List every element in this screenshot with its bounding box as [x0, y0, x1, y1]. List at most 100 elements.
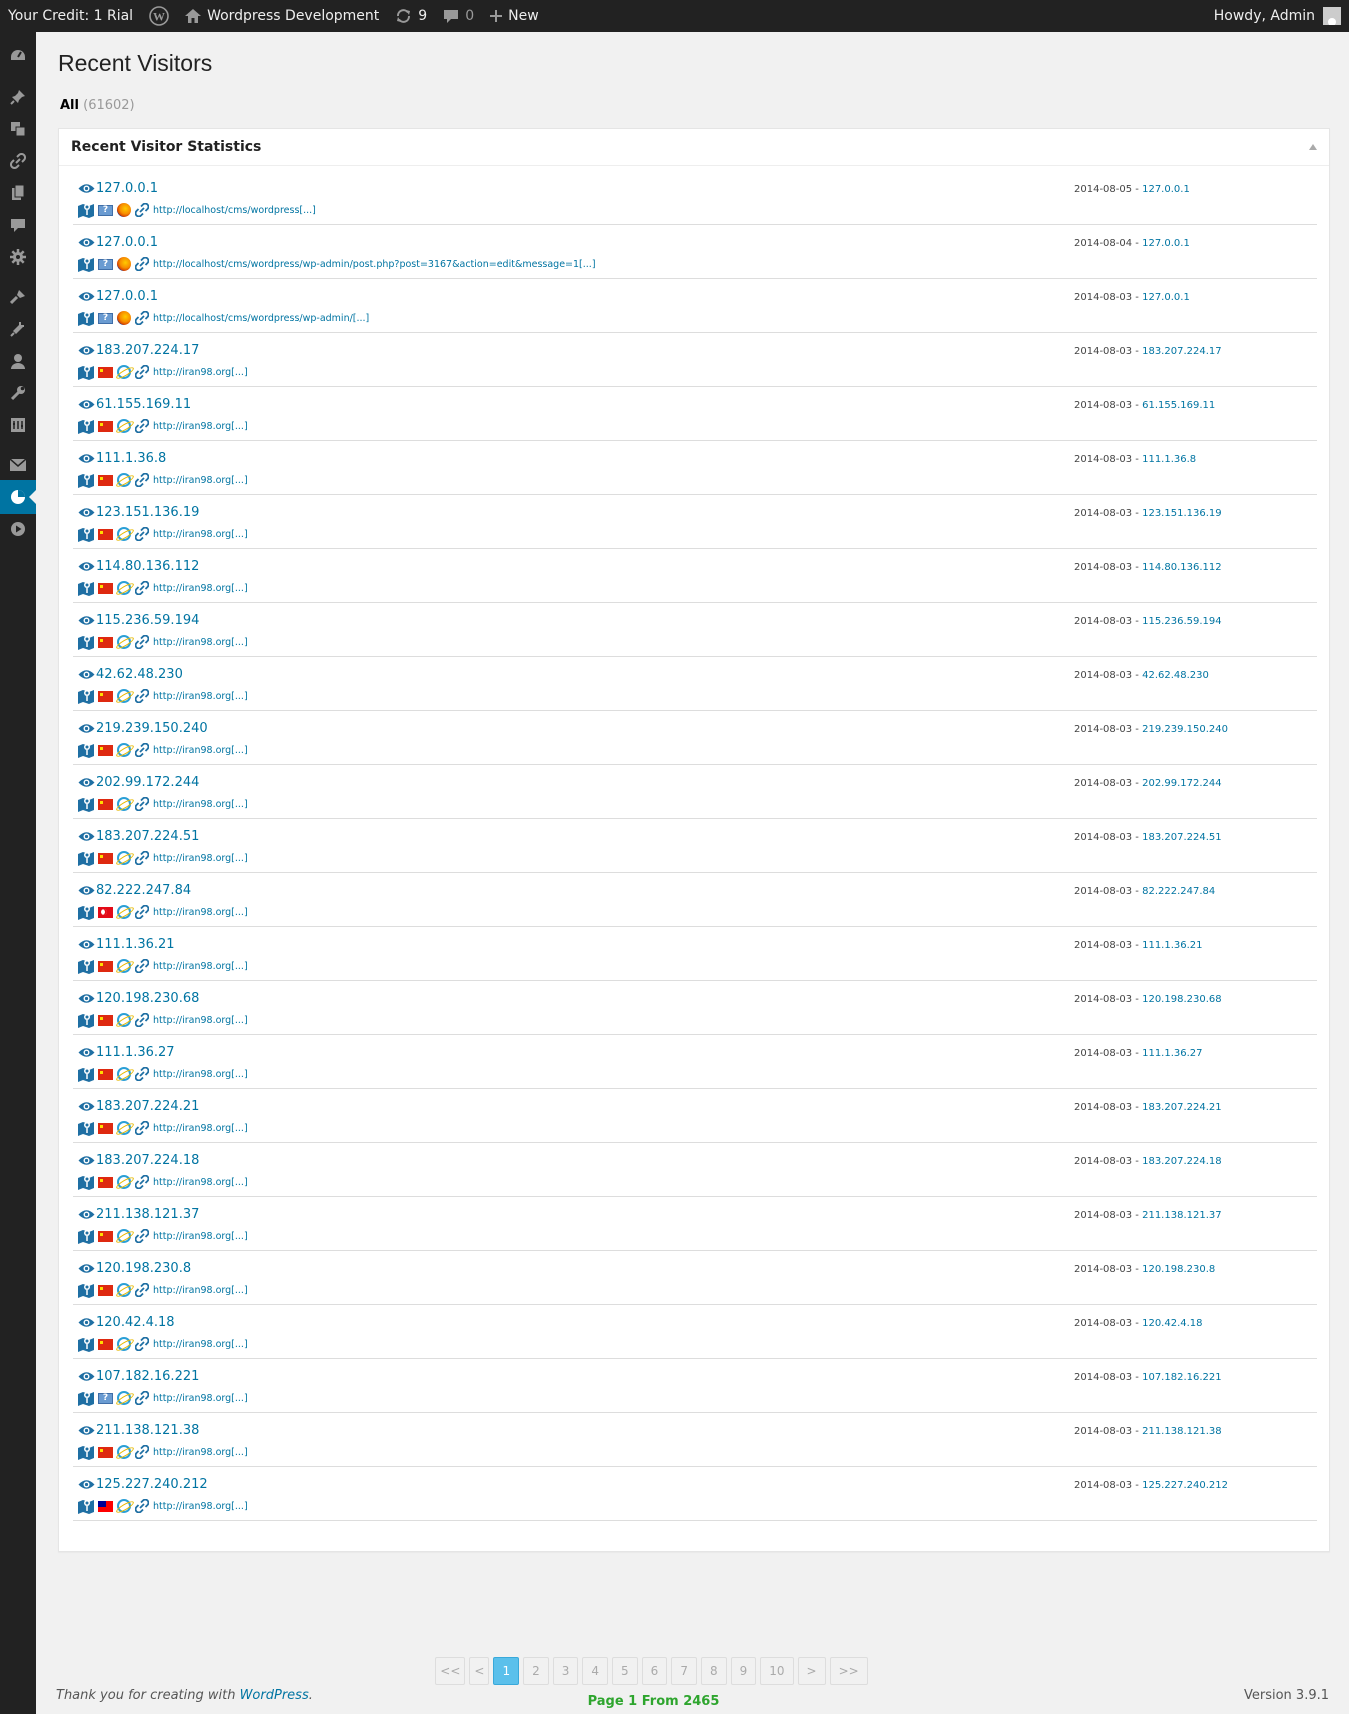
- visitor-ip-link[interactable]: 211.138.121.37: [78, 1207, 199, 1222]
- updates-link[interactable]: 9: [387, 0, 435, 32]
- play-icon[interactable]: [0, 512, 36, 546]
- visitor-ip-link[interactable]: 42.62.48.230: [78, 667, 183, 682]
- referrer-link[interactable]: http://iran98.org[...]: [153, 1069, 248, 1080]
- visitor-ip-secondary-link[interactable]: 127.0.0.1: [1142, 292, 1190, 303]
- visitor-ip-secondary-link[interactable]: 211.138.121.38: [1142, 1426, 1222, 1437]
- visitor-ip-link[interactable]: 219.239.150.240: [78, 721, 208, 736]
- referrer-link[interactable]: http://iran98.org[...]: [153, 1447, 248, 1458]
- referrer-link[interactable]: http://iran98.org[...]: [153, 421, 248, 432]
- referrer-link[interactable]: http://iran98.org[...]: [153, 1123, 248, 1134]
- plugins-icon[interactable]: [0, 312, 36, 346]
- map-icon[interactable]: [78, 580, 94, 596]
- statistics-icon[interactable]: [0, 480, 36, 514]
- referrer-link[interactable]: http://iran98.org[...]: [153, 637, 248, 648]
- visitor-ip-secondary-link[interactable]: 111.1.36.21: [1142, 940, 1202, 951]
- visitor-ip-secondary-link[interactable]: 61.155.169.11: [1142, 400, 1215, 411]
- visitor-ip-link[interactable]: 183.207.224.51: [78, 829, 199, 844]
- visitor-ip-secondary-link[interactable]: 120.42.4.18: [1142, 1318, 1202, 1329]
- site-name-link[interactable]: Wordpress Development: [177, 0, 387, 32]
- referrer-link[interactable]: http://localhost/cms/wordpress[...]: [153, 205, 316, 216]
- map-icon[interactable]: [78, 256, 94, 272]
- wordpress-link[interactable]: WordPress: [240, 1688, 309, 1703]
- visitor-ip-secondary-link[interactable]: 120.198.230.8: [1142, 1264, 1215, 1275]
- tools-icon[interactable]: [0, 376, 36, 410]
- visitor-ip-link[interactable]: 127.0.0.1: [78, 181, 158, 196]
- visitor-ip-secondary-link[interactable]: 127.0.0.1: [1142, 238, 1190, 249]
- visitor-ip-link[interactable]: 114.80.136.112: [78, 559, 199, 574]
- collapse-toggle-icon[interactable]: [1309, 144, 1317, 150]
- map-icon[interactable]: [78, 526, 94, 542]
- referrer-link[interactable]: http://iran98.org[...]: [153, 1231, 248, 1242]
- visitor-ip-link[interactable]: 127.0.0.1: [78, 289, 158, 304]
- map-icon[interactable]: [78, 472, 94, 488]
- referrer-link[interactable]: http://iran98.org[...]: [153, 799, 248, 810]
- page-button-2[interactable]: 2: [523, 1657, 549, 1685]
- users-icon[interactable]: [0, 344, 36, 378]
- visitor-ip-secondary-link[interactable]: 183.207.224.18: [1142, 1156, 1222, 1167]
- visitor-ip-link[interactable]: 115.236.59.194: [78, 613, 199, 628]
- map-icon[interactable]: [78, 742, 94, 758]
- visitor-ip-link[interactable]: 202.99.172.244: [78, 775, 199, 790]
- visitor-ip-secondary-link[interactable]: 82.222.247.84: [1142, 886, 1215, 897]
- map-icon[interactable]: [78, 850, 94, 866]
- media-icon[interactable]: [0, 112, 36, 146]
- visitor-ip-link[interactable]: 183.207.224.21: [78, 1099, 199, 1114]
- visitor-ip-secondary-link[interactable]: 111.1.36.8: [1142, 454, 1196, 465]
- visitor-ip-link[interactable]: 120.42.4.18: [78, 1315, 175, 1330]
- visitor-ip-secondary-link[interactable]: 123.151.136.19: [1142, 508, 1222, 519]
- visitor-ip-secondary-link[interactable]: 120.198.230.68: [1142, 994, 1222, 1005]
- page-button-9[interactable]: 9: [730, 1657, 757, 1685]
- map-icon[interactable]: [78, 796, 94, 812]
- visitor-ip-link[interactable]: 61.155.169.11: [78, 397, 191, 412]
- map-icon[interactable]: [78, 202, 94, 218]
- page-button-6[interactable]: 6: [641, 1657, 668, 1685]
- map-icon[interactable]: [78, 1120, 94, 1136]
- visitor-ip-link[interactable]: 127.0.0.1: [78, 235, 158, 250]
- referrer-link[interactable]: http://iran98.org[...]: [153, 529, 248, 540]
- visitor-ip-link[interactable]: 120.198.230.8: [78, 1261, 191, 1276]
- visitor-ip-link[interactable]: 82.222.247.84: [78, 883, 191, 898]
- referrer-link[interactable]: http://iran98.org[...]: [153, 1015, 248, 1026]
- visitor-ip-link[interactable]: 111.1.36.27: [78, 1045, 175, 1060]
- page-button-3[interactable]: 3: [552, 1657, 579, 1685]
- gear-icon[interactable]: [0, 240, 36, 274]
- visitor-ip-secondary-link[interactable]: 183.207.224.17: [1142, 346, 1222, 357]
- visitor-ip-link[interactable]: 111.1.36.21: [78, 937, 175, 952]
- map-icon[interactable]: [78, 1444, 94, 1460]
- referrer-link[interactable]: http://iran98.org[...]: [153, 745, 248, 756]
- visitor-ip-secondary-link[interactable]: 111.1.36.27: [1142, 1048, 1202, 1059]
- referrer-link[interactable]: http://iran98.org[...]: [153, 691, 248, 702]
- map-icon[interactable]: [78, 1336, 94, 1352]
- map-icon[interactable]: [78, 1498, 94, 1514]
- referrer-link[interactable]: http://iran98.org[...]: [153, 1393, 248, 1404]
- map-icon[interactable]: [78, 1282, 94, 1298]
- page-button-10[interactable]: 10: [760, 1657, 794, 1685]
- map-icon[interactable]: [78, 688, 94, 704]
- referrer-link[interactable]: http://iran98.org[...]: [153, 367, 248, 378]
- visitor-ip-secondary-link[interactable]: 219.239.150.240: [1142, 724, 1228, 735]
- referrer-link[interactable]: http://iran98.org[...]: [153, 1285, 248, 1296]
- appearance-icon[interactable]: [0, 280, 36, 314]
- visitor-ip-link[interactable]: 211.138.121.38: [78, 1423, 199, 1438]
- visitor-ip-link[interactable]: 183.207.224.17: [78, 343, 199, 358]
- visitor-ip-secondary-link[interactable]: 183.207.224.21: [1142, 1102, 1222, 1113]
- page-button-7[interactable]: 7: [671, 1657, 697, 1685]
- dashboard-icon[interactable]: [0, 38, 36, 72]
- referrer-link[interactable]: http://iran98.org[...]: [153, 475, 248, 486]
- referrer-link[interactable]: http://iran98.org[...]: [153, 853, 248, 864]
- referrer-link[interactable]: http://localhost/cms/wordpress/wp-admin/…: [153, 313, 369, 324]
- last-page-button[interactable]: >>: [829, 1657, 868, 1685]
- map-icon[interactable]: [78, 1066, 94, 1082]
- prev-page-button[interactable]: <: [469, 1657, 490, 1685]
- visitor-ip-secondary-link[interactable]: 202.99.172.244: [1142, 778, 1222, 789]
- settings-icon[interactable]: [0, 408, 36, 442]
- comments-link[interactable]: 0: [435, 0, 482, 32]
- map-icon[interactable]: [78, 1012, 94, 1028]
- visitor-ip-secondary-link[interactable]: 42.62.48.230: [1142, 670, 1209, 681]
- visitor-ip-link[interactable]: 120.198.230.68: [78, 991, 199, 1006]
- pages-icon[interactable]: [0, 176, 36, 210]
- visitor-ip-secondary-link[interactable]: 107.182.16.221: [1142, 1372, 1222, 1383]
- referrer-link[interactable]: http://iran98.org[...]: [153, 1339, 248, 1350]
- referrer-link[interactable]: http://iran98.org[...]: [153, 1177, 248, 1188]
- links-icon[interactable]: [0, 144, 36, 178]
